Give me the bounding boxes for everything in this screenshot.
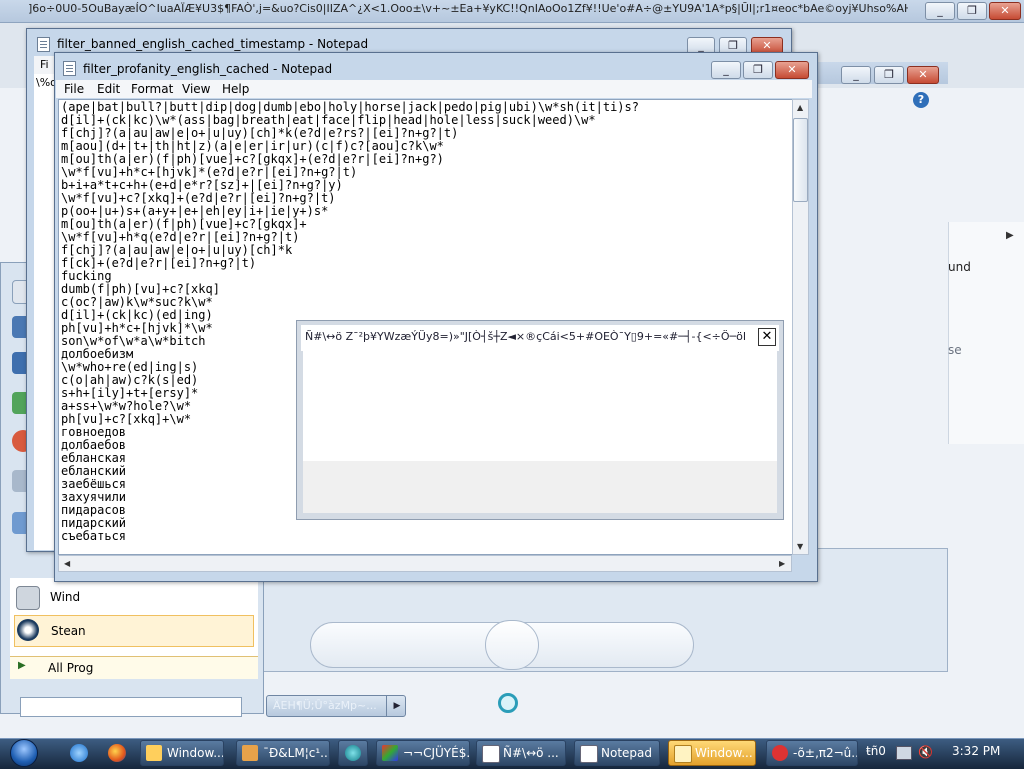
right-panel-text-muted: se [948,343,962,357]
close-button[interactable]: ✕ [907,66,939,84]
menu-help[interactable]: Help [222,82,249,96]
all-programs-button[interactable]: ▶ All Prog [10,656,258,679]
steam-icon [17,619,39,641]
start-search-input[interactable] [20,697,242,717]
taskbar-button-label: Window... [695,746,753,760]
right-panel-text: und [948,260,971,274]
menu-format[interactable]: Format [131,82,173,96]
taskbar-button[interactable]: Window... [140,740,224,766]
notepad-title: filter_profanity_english_cached - Notepa… [83,62,333,76]
menu-edit[interactable]: Edit [97,82,120,96]
popup-close-button[interactable]: ✕ [758,328,776,346]
clock[interactable]: 3:32 PM [952,744,1000,758]
taskbar-button-label: -õ±‚π2¬û... [793,746,858,760]
right-side-panel [948,222,1024,444]
player-play-button[interactable] [485,620,539,670]
network-icon[interactable] [896,746,912,760]
start-menu-item-steam[interactable]: Stean [14,615,254,647]
close-button[interactable]: ✕ [775,61,809,79]
taskbar-button-label: ¬¬CJÜYÉ$... [403,746,470,760]
menu-file[interactable]: Fi [40,58,49,71]
notepad-text-line: f[ck]+(e?d|e?r|[ei]?n+g?|t) [61,256,257,270]
minimize-button[interactable]: _ [925,2,955,20]
maximize-button[interactable]: ❐ [874,66,904,84]
app-icon [345,745,361,761]
taskbar-button-active[interactable]: Window... [668,740,756,766]
maximize-button[interactable]: ❐ [957,2,987,20]
notepad-icon [63,61,76,76]
firefox-icon[interactable] [108,744,126,762]
notepad-back-title: filter_banned_english_cached_timestamp -… [57,37,369,51]
help-icon[interactable]: ? [913,92,929,108]
app-icon [382,745,398,761]
taskbar-button[interactable]: Ñ#\↔ö ... [476,740,566,766]
error-icon [772,745,788,761]
folder-icon [146,745,162,761]
chevron-right-icon[interactable]: ▶ [1006,230,1014,241]
notepad-menubar: File Edit Format View Help [56,80,812,98]
taskbar-button-notepad[interactable]: Notepad [574,740,660,766]
popup-footer [303,461,777,513]
scroll-up-icon[interactable]: ▲ [797,103,803,112]
notepad-text-line: съебаться [61,529,127,543]
background-window-title: ]6o÷0U0-5OuBayæÍO^IuaAÏÆ¥U3$¶FAÒ',j=&uo?… [28,2,908,15]
horizontal-scrollbar[interactable]: ◀ ▶ [58,555,792,572]
scroll-right-icon[interactable]: ▶ [779,559,785,568]
shutdown-options-arrow-icon[interactable]: ▶ [386,695,407,717]
media-icon [242,745,258,761]
notepad-icon [580,745,598,763]
internet-explorer-icon[interactable] [70,744,88,762]
vertical-scrollbar-thumb[interactable] [793,118,808,202]
arrow-right-icon: ▶ [18,660,26,671]
popup-title: Ñ#\↔ö Z¯²þ¥YWzæÝÜy8=)»"J[Ò┤š┼Z◄×®çCái<5+… [305,330,745,343]
shutdown-button[interactable]: ÄEH¶Ü;Û°àzMp~... [266,695,406,717]
folder-icon [674,745,692,763]
windows-logo-icon [10,739,38,767]
window-icon [482,745,500,763]
taskbar-button-label: Notepad [601,746,652,760]
popup-body [303,351,777,461]
taskbar-button-label: ¯Ð&LM¦c¹... [263,746,330,760]
taskbar-button[interactable] [338,740,368,766]
taskbar-button[interactable]: ¬¬CJÜYÉ$... [376,740,470,766]
printer-icon [16,586,40,610]
volume-muted-icon[interactable]: 🔇 [918,745,933,759]
start-button[interactable] [6,738,44,768]
loading-spinner-icon [498,693,518,713]
notepad-icon [37,37,50,52]
tray-language-indicator[interactable]: ŧñ0 [866,744,886,758]
scroll-left-icon[interactable]: ◀ [64,559,70,568]
taskbar-button[interactable]: ¯Ð&LM¦c¹... [236,740,330,766]
minimize-button[interactable]: _ [711,61,741,79]
start-menu-item-label: Wind [50,590,81,604]
start-menu-item-label: Stean [51,624,86,638]
maximize-button[interactable]: ❐ [743,61,773,79]
menu-view[interactable]: View [182,82,210,96]
close-button[interactable]: ✕ [989,2,1021,20]
menu-file[interactable]: File [64,82,84,96]
minimize-button[interactable]: _ [841,66,871,84]
all-programs-label: All Prog [48,661,94,675]
scroll-down-icon[interactable]: ▼ [797,542,803,551]
taskbar-button-label: Ñ#\↔ö ... [503,746,559,760]
taskbar-button[interactable]: -õ±‚π2¬û... [766,740,858,766]
taskbar-button-label: Window... [167,746,224,760]
start-menu-item[interactable]: Wind [14,582,254,612]
